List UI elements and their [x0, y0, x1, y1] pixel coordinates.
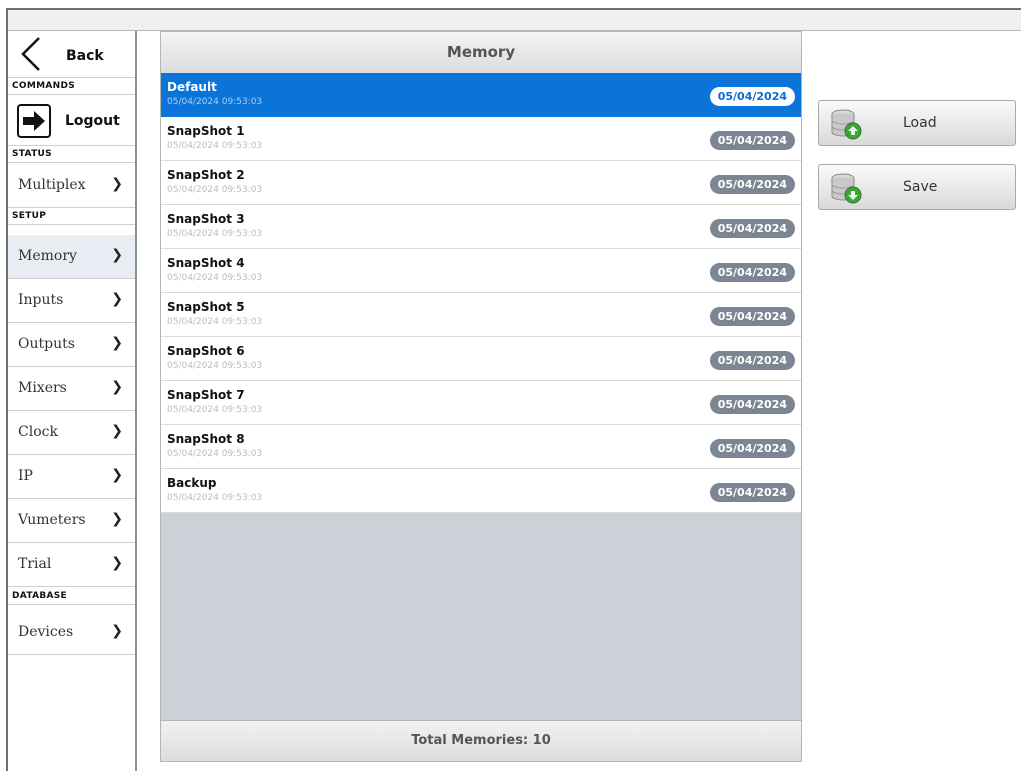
sidebar-item-clock[interactable]: Clock ❯	[8, 411, 135, 455]
date-badge: 05/04/2024	[709, 439, 795, 458]
sidebar: Back COMMANDS Logout STATUS Multiplex ❯ …	[8, 31, 137, 771]
date-badge: 05/04/2024	[709, 395, 795, 414]
section-setup: SETUP	[8, 208, 135, 225]
memory-row-snapshot-4[interactable]: SnapShot 4 05/04/2024 09:53:03 05/04/202…	[161, 249, 801, 293]
back-button[interactable]: Back	[8, 31, 135, 78]
date-badge: 05/04/2024	[709, 87, 795, 106]
memory-timestamp: 05/04/2024 09:53:03	[167, 273, 263, 283]
memory-row-snapshot-2[interactable]: SnapShot 2 05/04/2024 09:53:03 05/04/202…	[161, 161, 801, 205]
sidebar-item-label: Mixers	[18, 380, 67, 396]
logout-label: Logout	[65, 113, 120, 129]
memory-timestamp: 05/04/2024 09:53:03	[167, 405, 263, 415]
memory-name: SnapShot 8	[167, 432, 245, 446]
memory-timestamp: 05/04/2024 09:53:03	[167, 97, 263, 107]
memory-timestamp: 05/04/2024 09:53:03	[167, 185, 263, 195]
date-badge: 05/04/2024	[709, 263, 795, 282]
chevron-right-icon: ❯	[111, 623, 123, 639]
memory-timestamp: 05/04/2024 09:53:03	[167, 229, 263, 239]
sidebar-item-devices[interactable]: Devices ❯	[8, 611, 135, 655]
memory-panel: Memory Default 05/04/2024 09:53:03 05/04…	[160, 31, 802, 762]
sidebar-item-ip[interactable]: IP ❯	[8, 455, 135, 499]
chevron-right-icon: ❯	[111, 335, 123, 351]
memory-timestamp: 05/04/2024 09:53:03	[167, 449, 263, 459]
date-badge: 05/04/2024	[709, 219, 795, 238]
memory-timestamp: 05/04/2024 09:53:03	[167, 317, 263, 327]
load-button[interactable]: Load	[818, 100, 1016, 146]
date-badge: 05/04/2024	[709, 483, 795, 502]
memory-name: SnapShot 2	[167, 168, 245, 182]
memory-name: SnapShot 6	[167, 344, 245, 358]
date-badge: 05/04/2024	[709, 351, 795, 370]
sidebar-item-outputs[interactable]: Outputs ❯	[8, 323, 135, 367]
memory-name: SnapShot 7	[167, 388, 245, 402]
chevron-right-icon: ❯	[111, 379, 123, 395]
save-button[interactable]: Save	[818, 164, 1016, 210]
chevron-right-icon: ❯	[111, 467, 123, 483]
chevron-right-icon: ❯	[111, 176, 123, 192]
memory-row-snapshot-7[interactable]: SnapShot 7 05/04/2024 09:53:03 05/04/202…	[161, 381, 801, 425]
memory-name: SnapShot 3	[167, 212, 245, 226]
sidebar-item-label: Clock	[18, 424, 58, 440]
sidebar-item-label: Outputs	[18, 336, 75, 352]
load-label: Load	[903, 115, 937, 131]
memory-row-snapshot-3[interactable]: SnapShot 3 05/04/2024 09:53:03 05/04/202…	[161, 205, 801, 249]
sidebar-item-label: Devices	[18, 624, 74, 640]
database-save-icon	[831, 173, 862, 204]
memory-name: SnapShot 1	[167, 124, 245, 138]
memory-timestamp: 05/04/2024 09:53:03	[167, 493, 263, 503]
chevron-right-icon: ❯	[111, 511, 123, 527]
memory-row-snapshot-6[interactable]: SnapShot 6 05/04/2024 09:53:03 05/04/202…	[161, 337, 801, 381]
memory-row-backup[interactable]: Backup 05/04/2024 09:53:03 05/04/2024	[161, 469, 801, 513]
logout-button[interactable]: Logout	[8, 95, 135, 146]
memory-timestamp: 05/04/2024 09:53:03	[167, 361, 263, 371]
memory-name: SnapShot 5	[167, 300, 245, 314]
chevron-right-icon: ❯	[111, 423, 123, 439]
section-commands: COMMANDS	[8, 78, 135, 95]
date-badge: 05/04/2024	[709, 131, 795, 150]
chevron-right-icon: ❯	[111, 555, 123, 571]
memory-timestamp: 05/04/2024 09:53:03	[167, 141, 263, 151]
memory-name: SnapShot 4	[167, 256, 245, 270]
memory-row-snapshot-1[interactable]: SnapShot 1 05/04/2024 09:53:03 05/04/202…	[161, 117, 801, 161]
back-label: Back	[66, 48, 104, 64]
section-database: DATABASE	[8, 588, 135, 605]
title-bar	[8, 10, 1021, 31]
memory-row-snapshot-8[interactable]: SnapShot 8 05/04/2024 09:53:03 05/04/202…	[161, 425, 801, 469]
sidebar-item-inputs[interactable]: Inputs ❯	[8, 279, 135, 323]
sidebar-item-label: Multiplex	[18, 177, 86, 193]
sidebar-item-mixers[interactable]: Mixers ❯	[8, 367, 135, 411]
sidebar-item-label: Memory	[18, 248, 77, 264]
sidebar-item-label: IP	[18, 468, 33, 484]
sidebar-item-trial[interactable]: Trial ❯	[8, 543, 135, 587]
chevron-left-icon	[21, 37, 40, 71]
sidebar-item-label: Inputs	[18, 292, 64, 308]
sidebar-item-multiplex[interactable]: Multiplex ❯	[8, 164, 135, 208]
chevron-right-icon: ❯	[111, 291, 123, 307]
database-load-icon	[831, 109, 862, 140]
sidebar-item-vumeters[interactable]: Vumeters ❯	[8, 499, 135, 543]
date-badge: 05/04/2024	[709, 307, 795, 326]
total-memories: Total Memories: 10	[161, 720, 801, 761]
date-badge: 05/04/2024	[709, 175, 795, 194]
logout-icon	[17, 104, 51, 138]
memory-row-default[interactable]: Default 05/04/2024 09:53:03 05/04/2024	[161, 73, 801, 117]
section-status: STATUS	[8, 146, 135, 163]
save-label: Save	[903, 179, 938, 195]
sidebar-item-label: Vumeters	[18, 512, 86, 528]
memory-name: Default	[167, 80, 217, 94]
memory-list: Default 05/04/2024 09:53:03 05/04/2024 S…	[161, 73, 801, 513]
page-title: Memory	[161, 32, 801, 74]
sidebar-item-label: Trial	[18, 556, 52, 572]
sidebar-item-memory[interactable]: Memory ❯	[8, 235, 135, 279]
memory-row-snapshot-5[interactable]: SnapShot 5 05/04/2024 09:53:03 05/04/202…	[161, 293, 801, 337]
chevron-right-icon: ❯	[111, 247, 123, 263]
memory-name: Backup	[167, 476, 217, 490]
